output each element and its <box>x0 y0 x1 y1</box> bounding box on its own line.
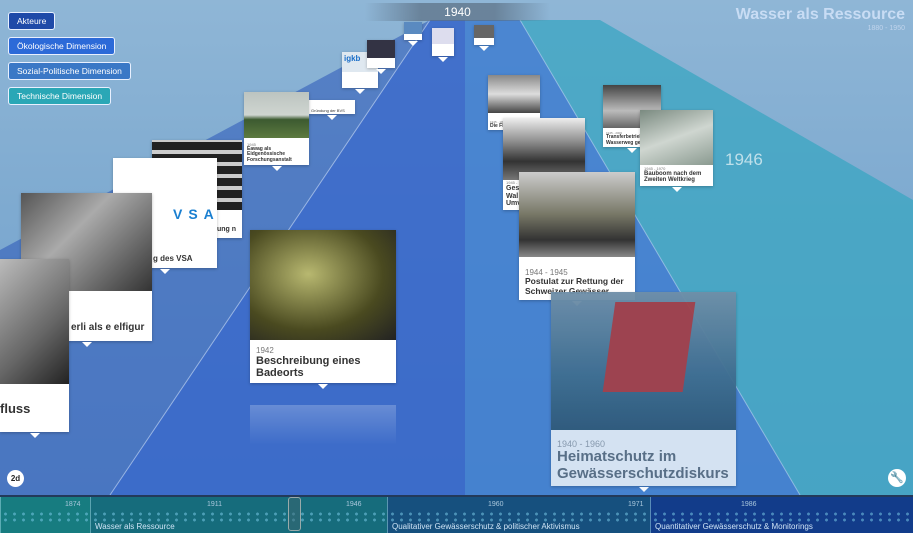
card-reflection <box>250 405 396 445</box>
event-card-distant[interactable] <box>432 28 454 62</box>
event-image <box>519 172 635 257</box>
portrait-image <box>0 259 69 384</box>
filter-technische-dimension[interactable]: Technische Dimension <box>8 87 112 105</box>
event-card-einfluss[interactable]: fluss <box>0 259 69 438</box>
event-image <box>551 292 736 430</box>
era-range: 1880 - 1950 <box>867 25 905 32</box>
event-card-distant[interactable] <box>404 22 422 46</box>
event-card-eawag[interactable]: 1945 Eawag als Eidgenössische Forschungsa… <box>244 92 309 171</box>
timeline-segment[interactable]: 1874 <box>0 497 90 533</box>
event-card-gruendung-bvs[interactable]: Gründung der BVS <box>309 100 355 120</box>
toggle-2d-button[interactable]: 2d <box>7 470 24 487</box>
event-image <box>244 92 309 138</box>
event-card-distant[interactable] <box>474 25 494 51</box>
current-year-indicator: 1940 <box>365 3 550 21</box>
event-card-bauboom[interactable]: 1945 - 1970 Bauboom nach dem Zweiten Welt… <box>640 110 713 192</box>
year-marker: 1946 <box>725 150 763 169</box>
wrench-icon[interactable]: 🔧 <box>888 469 906 487</box>
event-card-postulat[interactable]: 1944 - 1945 Postulat zur Rettung der Schw… <box>519 172 635 306</box>
timeline-segment-quantitativer-gewaesserschutz[interactable]: 1986 Quantitativer Gewässerschutz & Monit… <box>650 497 913 533</box>
filter-akteure[interactable]: Akteure <box>8 12 56 30</box>
event-card-heimatschutz[interactable]: 1940 - 1960 Heimatschutz im Gewässerschut… <box>551 292 736 492</box>
timeline-scrubber-handle[interactable] <box>288 497 301 531</box>
event-card-badeorts[interactable]: 1942 Beschreibung eines Badeorts <box>250 230 396 389</box>
timeline-segment-qualitativer-gewaesserschutz[interactable]: 1960 1971 Qualitativer Gewässerschutz & po… <box>387 497 650 533</box>
filter-oekologische-dimension[interactable]: Ökologische Dimension <box>8 37 116 55</box>
timeline-segment-wasser-als-ressource[interactable]: 1911 1946 Wasser als Ressource <box>90 497 387 533</box>
event-card-distant[interactable] <box>367 40 395 74</box>
filter-sozial-politische-dimension[interactable]: Sozial-Politische Dimension <box>8 62 131 80</box>
timeline-navigator[interactable]: 1874 1911 1946 Wasser als Ressource 1960 19… <box>0 495 913 533</box>
era-title: Wasser als Ressource <box>735 6 905 23</box>
event-image <box>250 230 396 340</box>
swiss-flag <box>602 302 696 392</box>
